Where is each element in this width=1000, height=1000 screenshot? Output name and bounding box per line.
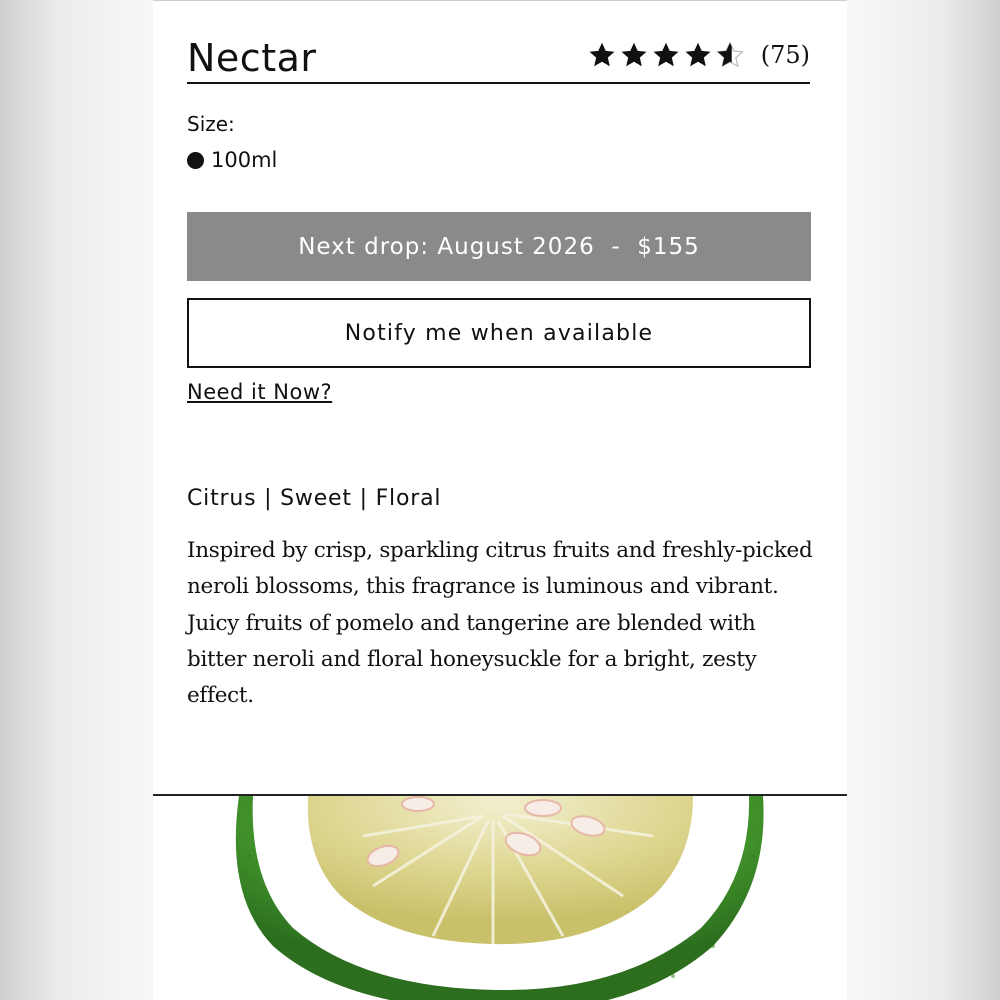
notify-button[interactable]: Notify me when available bbox=[187, 298, 811, 368]
product-description: Inspired by crisp, sparkling citrus frui… bbox=[187, 538, 813, 709]
citrus-fruit-image bbox=[235, 796, 764, 1000]
top-border bbox=[153, 0, 847, 1]
star-half-icon bbox=[715, 41, 744, 68]
scent-notes: Citrus | Sweet | Floral bbox=[187, 486, 442, 511]
product-title: Nectar bbox=[187, 36, 317, 80]
product-panel: Nectar (75) Size: 100ml Next drop: Augus… bbox=[153, 0, 847, 1000]
product-header: Nectar (75) bbox=[187, 34, 810, 84]
size-option-100ml[interactable]: 100ml bbox=[187, 148, 277, 172]
star-icon bbox=[621, 42, 647, 67]
need-it-now-link[interactable]: Need it Now? bbox=[187, 380, 332, 404]
rating-summary[interactable]: (75) bbox=[587, 38, 810, 72]
star-rating bbox=[587, 41, 747, 69]
review-count[interactable]: (75) bbox=[761, 41, 810, 69]
size-option-label: 100ml bbox=[211, 148, 278, 172]
star-icon bbox=[685, 42, 711, 67]
radio-selected-icon[interactable] bbox=[187, 151, 204, 169]
star-icon bbox=[589, 42, 615, 67]
size-label: Size: bbox=[187, 112, 235, 136]
next-drop-button[interactable]: Next drop: August 2026 - $155 bbox=[187, 212, 811, 281]
product-image bbox=[153, 796, 847, 1000]
star-icon bbox=[653, 42, 679, 67]
